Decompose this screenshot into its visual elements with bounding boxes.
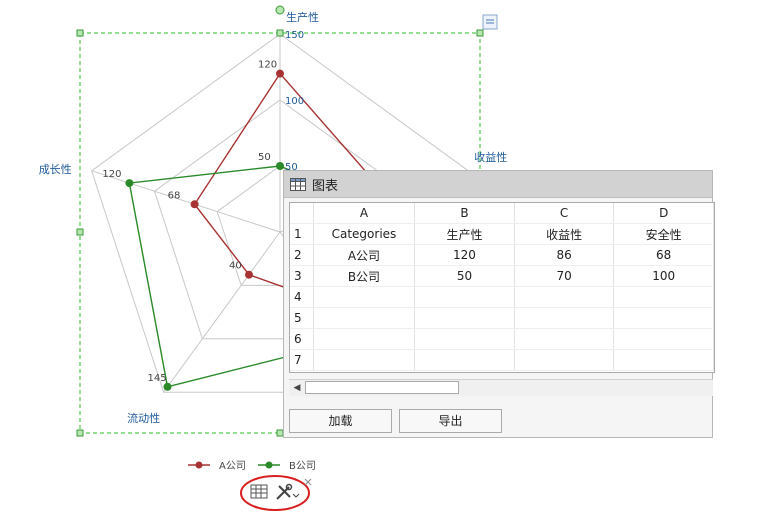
grid-cell[interactable]: 86: [514, 244, 615, 266]
data-point[interactable]: [245, 270, 253, 279]
data-label: 68: [168, 190, 181, 201]
grid-cell[interactable]: 50: [414, 265, 515, 287]
row-number[interactable]: 4: [290, 286, 314, 308]
legend-label: A公司: [219, 461, 246, 472]
column-header[interactable]: D: [613, 203, 714, 224]
data-point[interactable]: [276, 69, 284, 78]
grid-cell[interactable]: [414, 349, 515, 371]
grid-cell[interactable]: [313, 307, 416, 329]
row-number[interactable]: 3: [290, 265, 314, 287]
tick-label: 150: [285, 30, 304, 41]
handle-top-left[interactable]: [76, 29, 84, 37]
data-point[interactable]: [125, 179, 134, 188]
tick-label: 100: [285, 96, 304, 107]
horizontal-scrollbar[interactable]: ◀: [289, 379, 713, 396]
column-header[interactable]: B: [414, 203, 515, 224]
row-number[interactable]: 1: [290, 223, 314, 245]
scroll-left-icon[interactable]: ◀: [291, 382, 303, 394]
data-label: 120: [258, 60, 277, 71]
row-number[interactable]: 2: [290, 244, 314, 266]
grid-cell[interactable]: [414, 286, 515, 308]
scrollbar-thumb[interactable]: [305, 381, 459, 394]
data-point[interactable]: [190, 200, 199, 209]
grid-row: 2 A公司 120 86 68: [290, 244, 714, 266]
chart-options-icon[interactable]: [482, 14, 498, 30]
window-titlebar[interactable]: 图表: [284, 171, 712, 198]
grid-cell[interactable]: [414, 307, 515, 329]
data-grid: A B C D 1 Categories 生产性 收益性 安全性 2 A公司 120 86 68 3 B公司 5…: [290, 203, 714, 371]
grid-cell[interactable]: [613, 328, 714, 350]
handle-bottom-left[interactable]: [76, 429, 84, 437]
table-icon[interactable]: [250, 484, 268, 499]
grid-cell[interactable]: [313, 286, 416, 308]
data-label: 145: [147, 373, 166, 384]
axis-spoke: [163, 231, 281, 393]
handle-middle-left[interactable]: [76, 228, 84, 236]
table-icon: [290, 177, 306, 191]
grid-cell[interactable]: [414, 328, 515, 350]
legend-marker: [195, 461, 203, 469]
grid-cell[interactable]: 70: [514, 265, 615, 287]
handle-top-middle[interactable]: [276, 29, 284, 37]
chart-data-window: 图表 A B C D 1 Categories 生产性 收益性 安全性 2 A公司 120 86 68 3 B…: [283, 170, 715, 438]
export-button[interactable]: 导出: [399, 409, 502, 433]
axis-name-label: 收益性: [474, 150, 507, 164]
window-title: 图表: [312, 178, 339, 194]
grid-cell[interactable]: [313, 349, 416, 371]
grid-cell[interactable]: 生产性: [414, 223, 515, 245]
row-number[interactable]: 6: [290, 328, 314, 350]
grid-cell[interactable]: [313, 328, 416, 350]
legend-label: B公司: [289, 461, 316, 472]
load-button[interactable]: 加载: [289, 409, 392, 433]
column-header[interactable]: A: [313, 203, 416, 224]
axis-name-label: 流动性: [127, 411, 160, 425]
axis-name-label: 生产性: [286, 10, 319, 24]
close-icon[interactable]: [304, 478, 312, 486]
grid-cell[interactable]: [514, 349, 615, 371]
grid-cell[interactable]: [613, 286, 714, 308]
chart-toolbar: [240, 475, 312, 511]
legend-marker: [265, 461, 273, 469]
data-grid-container: A B C D 1 Categories 生产性 收益性 安全性 2 A公司 120 86 68 3 B公司 5…: [289, 202, 715, 373]
data-label: 40: [229, 261, 242, 272]
handle-top-right[interactable]: [476, 29, 484, 37]
data-label: 120: [102, 169, 121, 180]
grid-row: 7: [290, 349, 714, 371]
grid-cell[interactable]: 收益性: [514, 223, 615, 245]
grid-cell[interactable]: 100: [613, 265, 714, 287]
grid-row: 1 Categories 生产性 收益性 安全性: [290, 223, 714, 245]
rotate-handle[interactable]: [275, 5, 285, 15]
grid-cell[interactable]: A公司: [313, 244, 416, 266]
grid-cell[interactable]: 安全性: [613, 223, 714, 245]
grid-header-row: ABCD: [290, 203, 714, 224]
grid-cell[interactable]: [514, 328, 615, 350]
axis-name-label: 成长性: [39, 162, 72, 176]
data-point[interactable]: [276, 162, 284, 170]
grid-corner-cell: [290, 203, 314, 224]
row-number[interactable]: 5: [290, 307, 314, 329]
grid-row: 4: [290, 286, 714, 308]
tools-icon[interactable]: [276, 483, 300, 500]
data-point[interactable]: [163, 382, 172, 391]
grid-cell[interactable]: [514, 286, 615, 308]
column-header[interactable]: C: [514, 203, 615, 224]
grid-row: 6: [290, 328, 714, 350]
grid-cell[interactable]: [613, 307, 714, 329]
grid-cell[interactable]: [613, 349, 714, 371]
grid-cell[interactable]: 120: [414, 244, 515, 266]
grid-row: 3 B公司 50 70 100: [290, 265, 714, 287]
chart-legend: A公司 B公司: [188, 461, 316, 472]
grid-cell[interactable]: 68: [613, 244, 714, 266]
grid-cell[interactable]: B公司: [313, 265, 416, 287]
grid-cell[interactable]: Categories: [313, 223, 416, 245]
data-label: 50: [258, 152, 271, 163]
row-number[interactable]: 7: [290, 349, 314, 371]
grid-row: 5: [290, 307, 714, 329]
grid-cell[interactable]: [514, 307, 615, 329]
